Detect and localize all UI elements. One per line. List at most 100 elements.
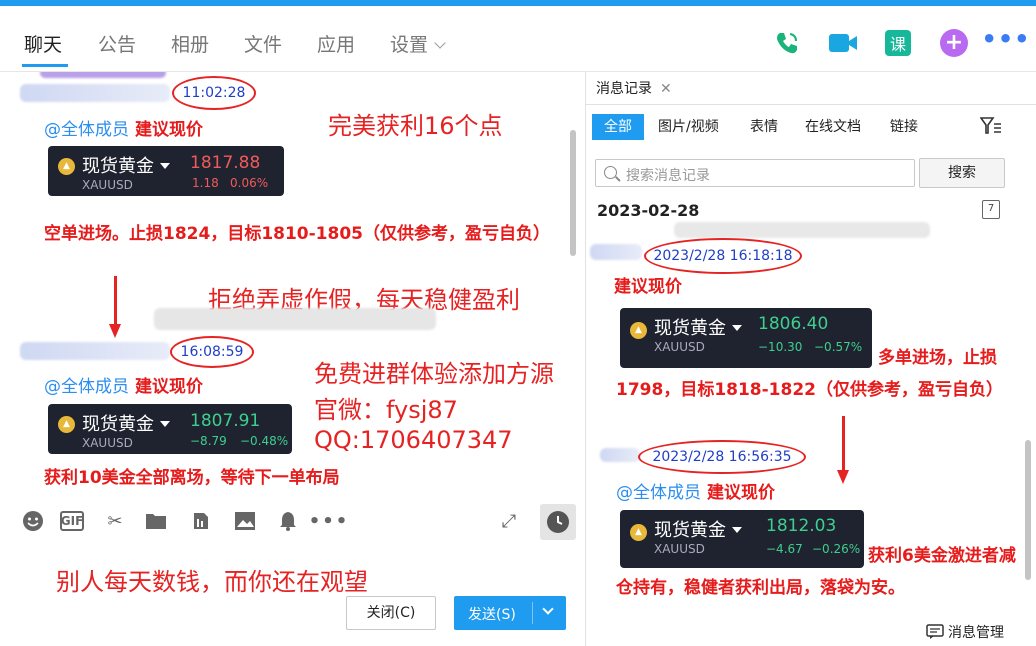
filter-links[interactable]: 链接 — [890, 114, 918, 140]
gold-coin-icon: ▲ — [58, 416, 75, 433]
chat-message-area: 11:02:28 完美获利16个点 @全体成员 建议现价 ▲ 现货黄金 XAUUS… — [0, 72, 584, 496]
gold-price-card[interactable]: ▲ 现货黄金 XAUUSD 1807.91 −8.79 −0.48% — [48, 404, 292, 454]
send-label: 发送(S) — [468, 607, 516, 623]
card-name-text: 现货黄金 — [654, 520, 726, 541]
add-icon[interactable]: + — [940, 29, 968, 57]
image-icon[interactable] — [234, 510, 256, 532]
message-timestamp: 2023/2/28 16:18:18 — [644, 238, 802, 274]
close-button[interactable]: 关闭(C) — [346, 596, 436, 630]
card-percent: 0.06% — [230, 176, 269, 190]
message-text: 获利10美金全部离场，等待下一单布局 — [44, 468, 340, 488]
caret-down-icon — [160, 163, 170, 169]
sender-name-blurred — [20, 342, 170, 360]
message-timestamp: 16:08:59 — [170, 336, 254, 368]
red-arrow-down — [837, 416, 849, 484]
folder-icon[interactable] — [145, 510, 167, 532]
filter-stickers[interactable]: 表情 — [750, 114, 778, 140]
more-icon[interactable]: ••• — [309, 510, 348, 532]
tab-album[interactable]: 相册 — [171, 30, 209, 57]
tab-apps[interactable]: 应用 — [317, 30, 355, 57]
card-name-text: 现货黄金 — [82, 414, 154, 435]
message-manage-icon — [926, 624, 944, 639]
divider — [586, 104, 1036, 105]
filter-all[interactable]: 全部 — [592, 114, 644, 140]
caret-down-icon — [732, 325, 742, 331]
caret-down-icon — [160, 421, 170, 427]
active-tab-indicator — [22, 64, 68, 67]
card-name-text: 现货黄金 — [654, 318, 726, 339]
overlay-text: QQ:1706407347 — [314, 426, 513, 454]
card-name: 现货黄金 — [654, 516, 742, 542]
overlay-text: 完美获利16个点 — [328, 112, 503, 140]
message-history-panel: 消息记录 ✕ 全部 图片/视频 表情 在线文档 链接 搜索消息记录 搜索 2023… — [585, 72, 1036, 646]
suggestion-title: 建议现价 — [614, 277, 682, 297]
tab-files[interactable]: 文件 — [244, 30, 282, 57]
caret-down-icon — [732, 527, 742, 533]
mention-all[interactable]: @全体成员 建议现价 — [44, 115, 203, 140]
scissors-icon[interactable]: ✂ — [104, 510, 126, 532]
chevron-down-icon — [434, 37, 446, 49]
tab-chat[interactable]: 聊天 — [24, 30, 62, 57]
mention-label: @全体成员 — [44, 377, 129, 397]
overlay-text: 官微：fysj87 — [314, 396, 458, 424]
history-scrollbar[interactable] — [1025, 440, 1031, 580]
filter-media[interactable]: 图片/视频 — [658, 114, 719, 140]
tab-settings-label: 设置 — [390, 34, 429, 56]
expand-icon[interactable]: ⤢ — [498, 510, 520, 532]
history-tab-label: 消息记录 — [596, 81, 652, 97]
gold-coin-icon: ▲ — [630, 524, 647, 541]
mention-label: @全体成员 — [616, 483, 701, 503]
card-change: 1.18 — [192, 176, 219, 190]
suggestion-title: 建议现价 — [707, 483, 775, 503]
search-button[interactable]: 搜索 — [919, 158, 1005, 188]
card-percent: −0.48% — [240, 434, 289, 448]
mention-all[interactable]: @全体成员 建议现价 — [616, 478, 775, 503]
filter-docs[interactable]: 在线文档 — [805, 114, 861, 140]
send-button[interactable]: 发送(S) — [454, 596, 566, 630]
message-input-area[interactable]: 别人每天数钱，而你还在观望 关闭(C) 发送(S) — [0, 546, 584, 646]
search-placeholder: 搜索消息记录 — [626, 168, 710, 184]
card-price: 1812.03 — [766, 516, 837, 536]
bell-icon[interactable] — [277, 510, 299, 532]
card-change: −8.79 — [190, 434, 227, 448]
close-icon[interactable]: ✕ — [660, 81, 672, 97]
overlay-text: 别人每天数钱，而你还在观望 — [56, 568, 368, 596]
phone-call-icon[interactable] — [772, 28, 802, 58]
sender-name-blurred — [20, 84, 170, 102]
card-name: 现货黄金 — [654, 314, 742, 340]
gold-price-card[interactable]: ▲ 现货黄金 XAUUSD 1817.88 1.18 0.06% — [48, 146, 284, 196]
message-management-link[interactable]: 消息管理 — [926, 622, 1004, 642]
mention-all[interactable]: @全体成员 建议现价 — [44, 372, 203, 397]
date-header: 2023-02-28 — [597, 201, 700, 220]
blurred-text — [40, 72, 166, 78]
calendar-icon[interactable]: 7 — [982, 200, 1000, 219]
overlay-text: 免费进群体验添加方源 — [314, 360, 554, 388]
message-timestamp: 11:02:28 — [172, 76, 256, 110]
card-price: 1817.88 — [190, 153, 261, 173]
card-name: 现货黄金 — [82, 152, 170, 178]
chevron-down-icon[interactable] — [542, 603, 554, 615]
course-icon[interactable]: 课 — [885, 30, 911, 56]
history-search-input[interactable]: 搜索消息记录 — [595, 159, 915, 187]
blurred-text — [674, 222, 930, 238]
mention-label: @全体成员 — [44, 120, 129, 140]
message-text: 获利6美金激进者减仓持有，稳健者获利出局，落袋为安。 — [616, 546, 1016, 598]
tab-settings[interactable]: 设置 — [390, 30, 446, 57]
send-divider — [532, 602, 533, 624]
sender-name-blurred — [590, 244, 642, 260]
message-text: 空单进场。止损1824，目标1810-1805（仅供参考，盈亏自负） — [44, 224, 550, 244]
tab-announcement[interactable]: 公告 — [98, 30, 136, 57]
video-call-icon[interactable] — [828, 28, 858, 58]
emoji-icon[interactable] — [22, 510, 44, 532]
more-icon[interactable]: ••• — [981, 24, 1029, 54]
document-icon[interactable] — [190, 510, 212, 532]
card-name-text: 现货黄金 — [82, 156, 154, 177]
tab-message-history[interactable]: 消息记录 ✕ — [586, 72, 686, 104]
history-clock-button[interactable] — [540, 504, 576, 540]
chat-scrollbar[interactable] — [570, 130, 576, 256]
gif-icon[interactable]: GIF — [60, 511, 84, 531]
blurred-text — [154, 308, 436, 330]
filter-icon[interactable] — [979, 116, 1002, 138]
footer-label: 消息管理 — [948, 625, 1004, 641]
chat-toolbar: GIF ✂ ••• ⤢ — [0, 496, 584, 546]
